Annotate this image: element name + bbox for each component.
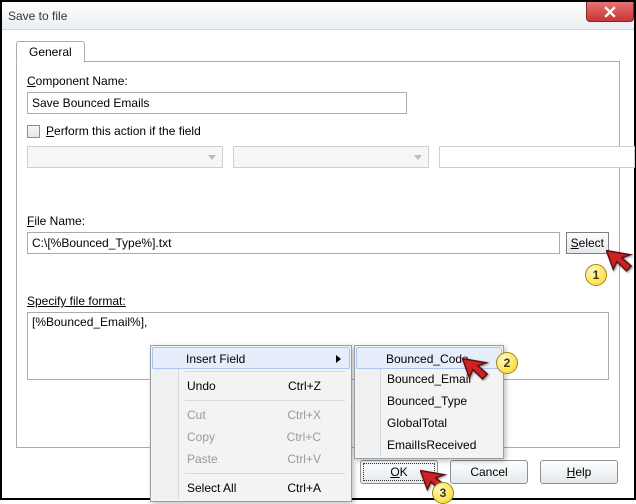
context-menu[interactable]: Insert Field Undo Ctrl+Z Cut Ctrl+X Copy… bbox=[150, 345, 352, 502]
close-button[interactable] bbox=[586, 2, 634, 22]
file-name-label: File Name: bbox=[27, 214, 609, 228]
menu-paste: Paste Ctrl+V bbox=[153, 448, 349, 470]
perform-action-checkbox[interactable] bbox=[27, 125, 40, 138]
menu-separator bbox=[185, 400, 345, 401]
select-file-button[interactable]: Select bbox=[566, 232, 609, 254]
dialog-button-bar: OK document.getElementById('ok-rest').te… bbox=[360, 460, 618, 484]
menu-copy-shortcut: Ctrl+C bbox=[287, 426, 321, 448]
menu-separator bbox=[185, 371, 345, 372]
ok-button[interactable]: OK bbox=[360, 460, 438, 484]
cancel-button[interactable]: Cancel bbox=[450, 460, 528, 484]
file-name-input[interactable] bbox=[27, 232, 560, 254]
tab-general[interactable]: General bbox=[16, 41, 85, 63]
help-button[interactable]: Help bbox=[540, 460, 618, 484]
condition-operator-combo bbox=[233, 146, 429, 168]
submenu-globaltotal[interactable]: GlobalTotal bbox=[357, 412, 501, 434]
menu-cut: Cut Ctrl+X bbox=[153, 404, 349, 426]
menu-copy-label: Copy bbox=[187, 426, 215, 448]
window-title: Save to file bbox=[8, 9, 67, 23]
submenu-bounced-code[interactable]: Bounced_Code bbox=[356, 347, 502, 369]
tab-strip: General bbox=[16, 40, 620, 62]
submenu-arrow-icon bbox=[336, 355, 341, 363]
condition-value-input bbox=[439, 146, 635, 168]
menu-select-all[interactable]: Select All Ctrl+A bbox=[153, 477, 349, 499]
component-name-input[interactable] bbox=[27, 92, 407, 114]
menu-insert-field[interactable]: Insert Field bbox=[152, 347, 350, 369]
menu-separator bbox=[185, 473, 345, 474]
specify-format-label: Specify file format: bbox=[27, 294, 609, 308]
menu-cut-shortcut: Ctrl+X bbox=[287, 404, 321, 426]
component-name-label: Component Name: bbox=[27, 74, 609, 88]
menu-select-all-label: Select All bbox=[187, 477, 236, 499]
menu-undo-shortcut: Ctrl+Z bbox=[288, 375, 321, 397]
menu-paste-label: Paste bbox=[187, 448, 218, 470]
menu-cut-label: Cut bbox=[187, 404, 206, 426]
menu-undo[interactable]: Undo Ctrl+Z bbox=[153, 375, 349, 397]
submenu-emailisreceived[interactable]: EmailIsReceived bbox=[357, 434, 501, 456]
submenu-bounced-email[interactable]: Bounced_Email bbox=[357, 368, 501, 390]
title-bar: Save to file bbox=[2, 2, 634, 30]
perform-action-label: Perform this action if the field bbox=[46, 124, 201, 138]
condition-field-combo bbox=[27, 146, 223, 168]
insert-field-submenu[interactable]: Bounced_Code Bounced_Email Bounced_Type … bbox=[354, 345, 504, 459]
menu-copy: Copy Ctrl+C bbox=[153, 426, 349, 448]
submenu-bounced-type[interactable]: Bounced_Type bbox=[357, 390, 501, 412]
menu-insert-field-label: Insert Field bbox=[186, 348, 245, 368]
menu-undo-label: Undo bbox=[187, 375, 216, 397]
menu-paste-shortcut: Ctrl+V bbox=[287, 448, 321, 470]
close-icon bbox=[604, 6, 616, 18]
menu-select-all-shortcut: Ctrl+A bbox=[287, 477, 321, 499]
